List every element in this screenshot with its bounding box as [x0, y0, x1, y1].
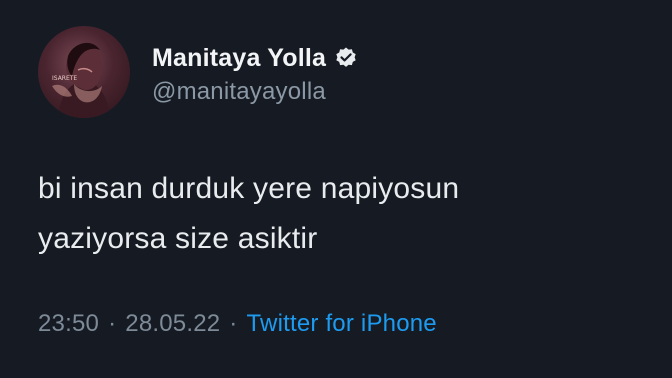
avatar-caption: ISARETE [52, 75, 77, 82]
name-row: Manitaya Yolla [152, 42, 358, 74]
meta-separator: · [229, 310, 238, 337]
display-name[interactable]: Manitaya Yolla [152, 44, 326, 73]
handle[interactable]: @manitayayolla [152, 78, 358, 106]
avatar[interactable]: ISARETE [38, 26, 130, 118]
tweet-card: ISARETE Manitaya Yolla @manitayayolla bi… [0, 0, 672, 378]
tweet-text-line: yaziyorsa size asiktir [38, 222, 318, 255]
tweet-text: bi insan durduk yere napiyosun yaziyorsa… [38, 164, 658, 264]
tweet-text-line: bi insan durduk yere napiyosun [38, 172, 460, 205]
tweet-source-link[interactable]: Twitter for iPhone [247, 310, 437, 338]
meta-separator: · [108, 310, 117, 337]
verified-badge-icon [334, 46, 358, 70]
tweet-time[interactable]: 23:50 [38, 310, 99, 338]
author-block: Manitaya Yolla @manitayayolla [152, 42, 358, 106]
tweet-meta: 23:50 · 28.05.22 · Twitter for iPhone [38, 310, 437, 338]
tweet-date[interactable]: 28.05.22 [125, 310, 220, 338]
